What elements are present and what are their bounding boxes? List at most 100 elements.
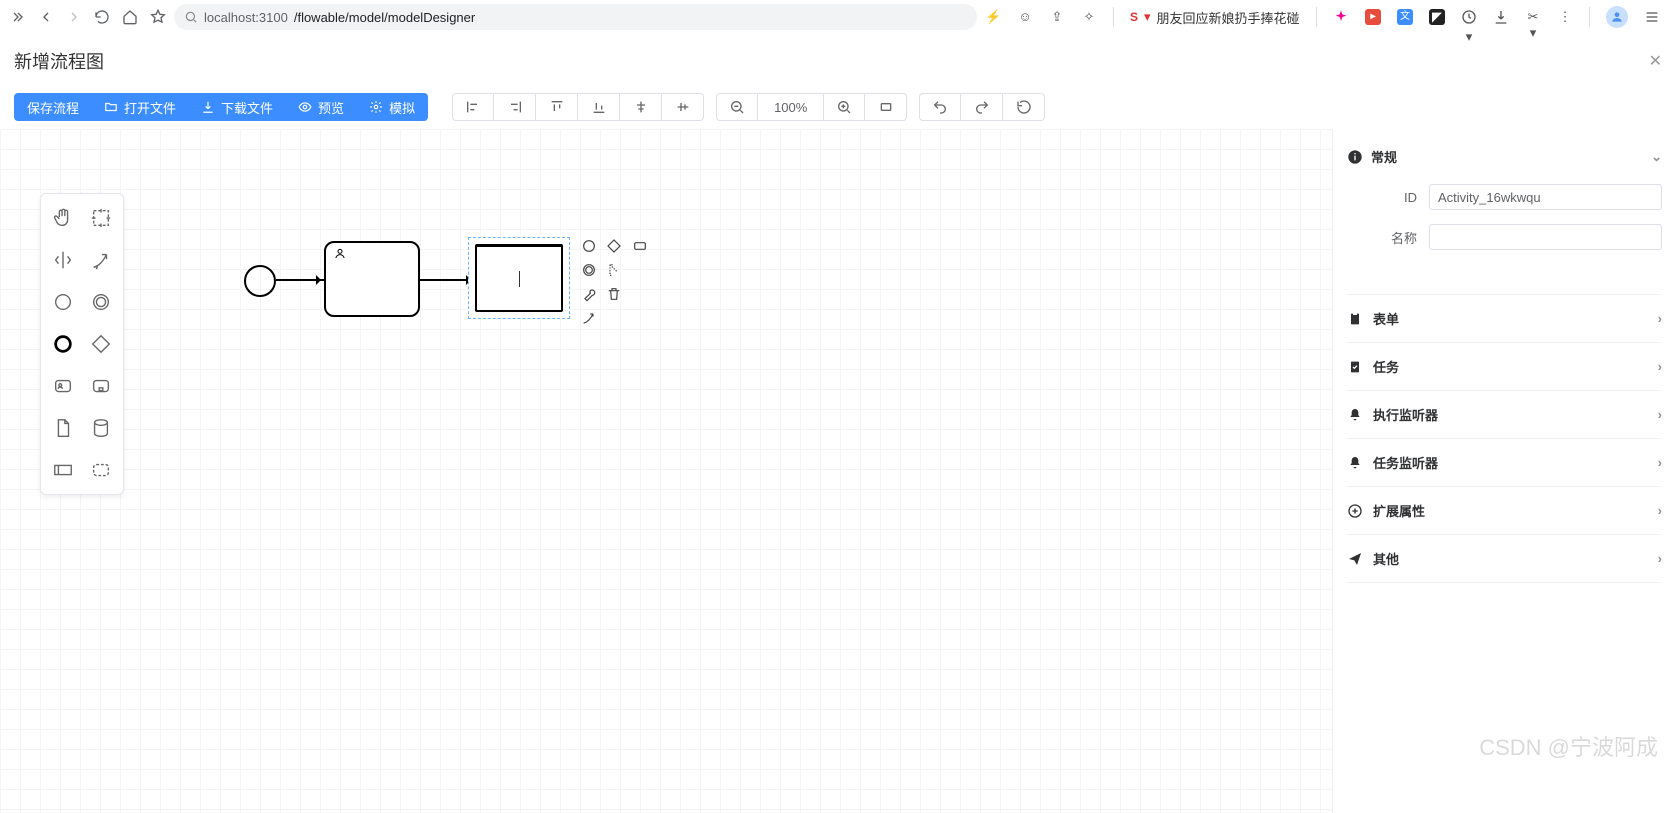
info-icon xyxy=(1347,149,1363,165)
zoom-out-button[interactable] xyxy=(716,93,758,121)
ext-scissors-icon[interactable]: ✂▾ xyxy=(1525,9,1541,25)
divider xyxy=(1589,7,1590,27)
name-input[interactable] xyxy=(1429,224,1662,250)
align-left-button[interactable] xyxy=(452,93,494,121)
align-right-button[interactable] xyxy=(494,93,536,121)
bookmark[interactable]: S▾ 朋友回应新娘扔手捧花碰伤 xyxy=(1130,8,1300,27)
download-button[interactable]: 下载文件 xyxy=(189,93,286,121)
home-icon[interactable] xyxy=(122,9,138,25)
ctx-intermediate-icon[interactable] xyxy=(580,261,598,279)
call-activity-tool[interactable] xyxy=(85,368,117,404)
ctx-connect-icon[interactable] xyxy=(580,309,598,327)
preview-button[interactable]: 预览 xyxy=(286,93,357,121)
align-center-h-button[interactable] xyxy=(620,93,662,121)
ext-download-icon[interactable] xyxy=(1493,9,1509,25)
intermediate-event-tool[interactable] xyxy=(85,284,117,320)
sequence-flow-1[interactable] xyxy=(276,279,324,281)
ext-sparkle-icon[interactable] xyxy=(1333,9,1349,25)
acc-extension[interactable]: 扩展属性› xyxy=(1347,487,1662,535)
zoom-in-button[interactable] xyxy=(823,93,865,121)
section-general[interactable]: 常规 ⌄ xyxy=(1347,139,1662,174)
acc-form[interactable]: 表单› xyxy=(1347,295,1662,343)
connect-tool[interactable] xyxy=(85,242,117,278)
start-event[interactable] xyxy=(244,265,276,297)
toolbar: 保存流程 打开文件 下载文件 预览 模拟 100% xyxy=(0,85,1676,129)
name-row: 名称 xyxy=(1347,220,1662,254)
send-icon xyxy=(1347,551,1363,567)
acc-exec-listener[interactable]: 执行监听器› xyxy=(1347,391,1662,439)
url-host: localhost:3100 xyxy=(204,10,288,25)
undo-button[interactable] xyxy=(919,93,961,121)
download-icon xyxy=(201,100,215,114)
start-event-tool[interactable] xyxy=(47,284,79,320)
clipboard-icon xyxy=(1347,311,1363,327)
redo-button[interactable] xyxy=(961,93,1003,121)
forward-icon xyxy=(66,9,82,25)
user-task[interactable] xyxy=(324,241,420,317)
acc-task-listener[interactable]: 任务监听器› xyxy=(1347,439,1662,487)
data-store-tool[interactable] xyxy=(85,410,117,446)
chevron-down-icon: ⌄ xyxy=(1651,149,1662,165)
ext-translate-icon[interactable]: 文 xyxy=(1397,9,1413,25)
task-selected[interactable] xyxy=(468,237,570,319)
align-center-v-button[interactable] xyxy=(662,93,704,121)
align-group xyxy=(452,93,704,121)
page-title: 新增流程图 xyxy=(14,48,104,74)
data-object-tool[interactable] xyxy=(47,410,79,446)
canvas[interactable] xyxy=(0,129,1332,813)
ext-more-icon[interactable]: ⋮ xyxy=(1557,9,1573,25)
overflow-chevrons-icon[interactable] xyxy=(10,9,26,25)
group-tool[interactable] xyxy=(85,452,117,488)
bookmark-title: 朋友回应新娘扔手捧花碰伤 xyxy=(1157,8,1300,27)
back-icon[interactable] xyxy=(38,9,54,25)
zoom-level: 100% xyxy=(758,93,823,121)
close-icon[interactable]: ✕ xyxy=(1649,51,1662,71)
clipboard-check-icon xyxy=(1347,359,1363,375)
context-pad xyxy=(580,237,650,327)
ext-flag-icon[interactable]: ◤ xyxy=(1429,9,1445,25)
id-label: ID xyxy=(1347,190,1417,205)
reset-button[interactable] xyxy=(1003,93,1045,121)
simulate-button[interactable]: 模拟 xyxy=(357,93,428,121)
bell-icon xyxy=(1347,455,1363,471)
end-event-tool[interactable] xyxy=(47,326,79,362)
ctx-event-icon[interactable] xyxy=(580,237,598,255)
lasso-tool[interactable] xyxy=(85,200,117,236)
sparkle-icon[interactable]: ✧ xyxy=(1081,9,1097,25)
hand-tool[interactable] xyxy=(47,200,79,236)
gateway-tool[interactable] xyxy=(85,326,117,362)
align-bottom-button[interactable] xyxy=(578,93,620,121)
history-group xyxy=(919,93,1045,121)
eye-icon xyxy=(298,100,312,114)
ctx-gateway-icon[interactable] xyxy=(605,237,623,255)
url-bar[interactable]: localhost:3100/flowable/model/modelDesig… xyxy=(174,4,977,30)
save-button[interactable]: 保存流程 xyxy=(14,93,92,121)
space-tool[interactable] xyxy=(47,242,79,278)
acc-other[interactable]: 其他› xyxy=(1347,535,1662,583)
smiley-icon[interactable]: ☺ xyxy=(1017,9,1033,25)
open-button[interactable]: 打开文件 xyxy=(92,93,189,121)
ctx-annotation-icon[interactable] xyxy=(605,261,623,279)
id-input[interactable] xyxy=(1429,184,1662,210)
hamburger-icon[interactable] xyxy=(1644,9,1660,25)
sequence-flow-2[interactable] xyxy=(420,279,474,281)
ext-history-icon[interactable]: ▾ xyxy=(1461,9,1477,25)
pool-tool[interactable] xyxy=(47,452,79,488)
name-label: 名称 xyxy=(1347,228,1417,247)
share-icon[interactable]: ⇪ xyxy=(1049,9,1065,25)
user-task-tool[interactable] xyxy=(47,368,79,404)
ext-doc-icon[interactable]: ▸ xyxy=(1365,9,1381,25)
flash-icon[interactable]: ⚡ xyxy=(985,9,1001,25)
ctx-wrench-icon[interactable] xyxy=(580,285,598,303)
folder-icon xyxy=(104,100,118,114)
ctx-task-icon[interactable] xyxy=(631,237,649,255)
id-row: ID xyxy=(1347,180,1662,214)
zoom-fit-button[interactable] xyxy=(865,93,907,121)
star-icon[interactable] xyxy=(150,9,166,25)
avatar[interactable] xyxy=(1606,6,1628,28)
ctx-trash-icon[interactable] xyxy=(605,285,623,303)
align-top-button[interactable] xyxy=(536,93,578,121)
acc-task[interactable]: 任务› xyxy=(1347,343,1662,391)
reload-icon[interactable] xyxy=(94,9,110,25)
plus-circle-icon xyxy=(1347,503,1363,519)
